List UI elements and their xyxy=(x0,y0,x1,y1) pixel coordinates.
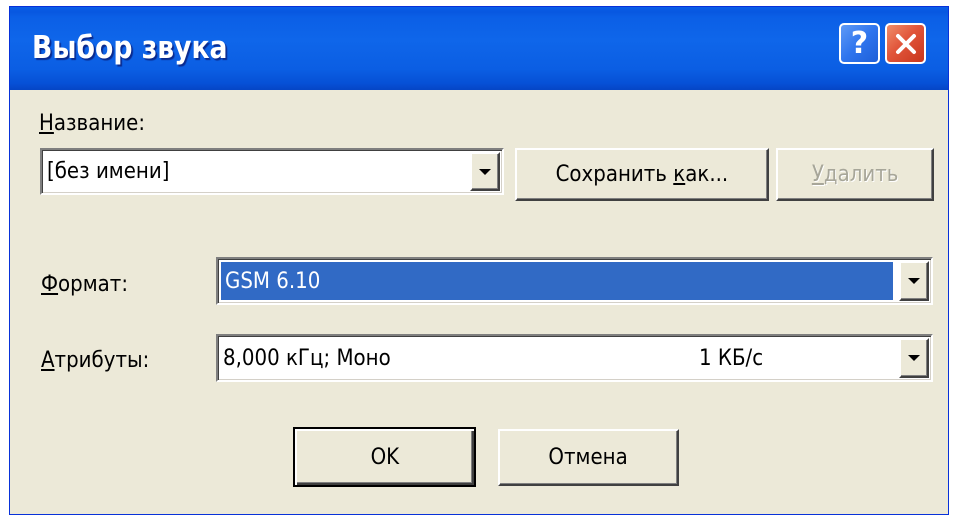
name-label-text: азвание: xyxy=(53,111,146,136)
name-combobox-value: [без имени] xyxy=(47,159,170,184)
ok-label: OK xyxy=(370,444,399,470)
attributes-dropdown-arrow-icon[interactable] xyxy=(899,338,929,378)
attributes-label-mnemonic: А xyxy=(41,348,55,373)
title-bar[interactable]: Выбор звука ? xyxy=(10,7,948,90)
delete-label: Удалить xyxy=(811,162,899,187)
attributes-label: Атрибуты: xyxy=(41,348,149,373)
save-as-button[interactable]: Сохранить как... xyxy=(515,148,769,201)
cancel-button[interactable]: Отмена xyxy=(498,429,679,486)
format-combobox[interactable]: GSM 6.10 xyxy=(216,257,933,305)
help-icon: ? xyxy=(850,25,869,61)
format-combobox-value: GSM 6.10 xyxy=(221,262,893,300)
close-x-icon xyxy=(895,33,916,54)
save-as-label: Сохранить как... xyxy=(555,162,729,187)
name-dropdown-arrow-icon[interactable] xyxy=(470,152,500,191)
delete-button[interactable]: Удалить xyxy=(776,148,934,201)
attributes-rate: 1 КБ/с xyxy=(699,345,764,371)
name-combobox[interactable]: [без имени] xyxy=(40,148,504,195)
cancel-label: Отмена xyxy=(548,445,629,470)
attributes-combobox[interactable]: 8,000 кГц; Моно 1 КБ/с xyxy=(216,334,933,382)
sound-selection-dialog: Выбор звука ? Название: [без имени] Сохр… xyxy=(9,6,949,515)
format-dropdown-arrow-icon[interactable] xyxy=(899,261,929,301)
ok-button[interactable]: OK xyxy=(293,427,476,487)
format-label-text: ормат: xyxy=(58,272,129,297)
attributes-label-text: трибуты: xyxy=(54,348,150,373)
name-label-mnemonic: Н xyxy=(39,111,54,136)
format-label-mnemonic: Ф xyxy=(41,272,59,297)
format-label: Формат: xyxy=(41,272,128,297)
help-button[interactable]: ? xyxy=(839,23,880,64)
name-label: Название: xyxy=(39,111,145,136)
window-title: Выбор звука xyxy=(32,30,228,66)
close-button[interactable] xyxy=(885,23,926,64)
attributes-combobox-value: 8,000 кГц; Моно xyxy=(223,345,391,371)
